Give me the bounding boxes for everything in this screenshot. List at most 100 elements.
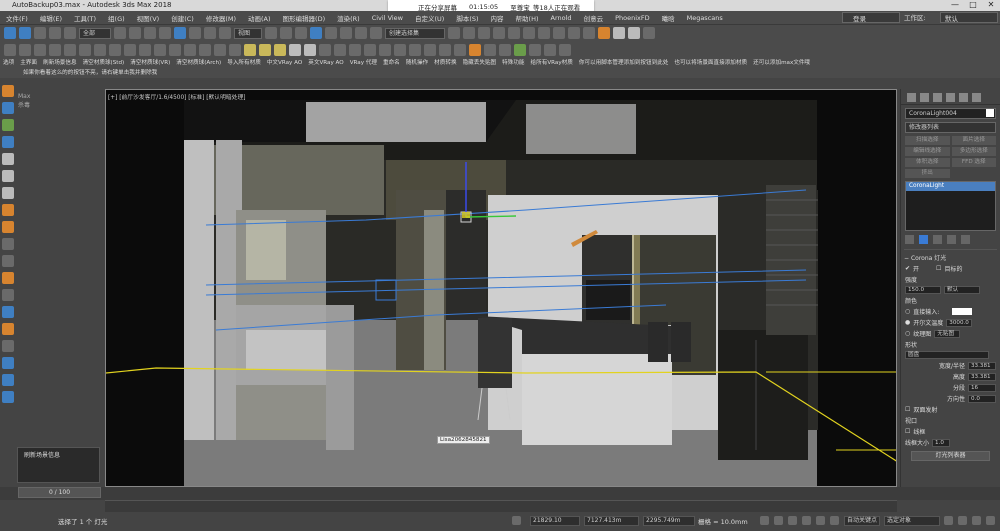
script-btn-mat-convert[interactable]: 材质转换 (431, 58, 459, 68)
remove-modifier-icon[interactable] (947, 235, 956, 244)
corona-render-icon[interactable] (628, 27, 640, 39)
place-icon[interactable] (219, 27, 231, 39)
object-color-swatch[interactable] (986, 109, 994, 117)
script-btn-options[interactable]: 选项 (0, 58, 17, 68)
add-time-tag-icon[interactable] (760, 516, 769, 525)
lock-icon[interactable] (512, 516, 521, 525)
close-button[interactable]: ✕ (982, 0, 1000, 11)
tool9-icon[interactable] (2, 391, 14, 403)
menu-phoenixfd[interactable]: PhoenixFD (609, 14, 656, 22)
menu-create[interactable]: 创建(C) (165, 13, 200, 23)
asset-icon[interactable] (454, 43, 466, 56)
decal-icon[interactable] (229, 43, 241, 56)
menu-modifiers[interactable]: 修改器(M) (200, 13, 242, 23)
object-name-field[interactable]: CoronaLight004 (905, 108, 996, 119)
camera-icon[interactable] (19, 43, 31, 56)
viewport-front[interactable]: [+] [前厅沙发客厅/1.6/4500] [标准] [默认明暗处理] (105, 89, 897, 487)
link-icon[interactable] (34, 27, 46, 39)
play-icon[interactable] (2, 153, 14, 165)
proxy-icon[interactable] (64, 43, 76, 56)
script-btn-import-mat[interactable]: 导入所有材质 (224, 58, 264, 68)
rect-select-icon[interactable] (144, 27, 156, 39)
script-btn-hide-missing[interactable]: 隐藏丢失贴图 (460, 58, 500, 68)
maxscript-listener[interactable]: 刷新场景信息 (17, 447, 100, 483)
ies-icon[interactable] (289, 43, 301, 56)
menu-creative-cloud[interactable]: 创意云 (578, 13, 610, 23)
script-btn-clear-arch[interactable]: 清空材质球(Arch) (173, 58, 224, 68)
next-frame-icon[interactable] (830, 516, 839, 525)
script-toolbar-note[interactable]: 如果你看着这么的的按钮不亮，请右键单击我并删除我 (0, 68, 1000, 78)
tool7-icon[interactable] (2, 357, 14, 369)
displacement-icon[interactable] (139, 43, 151, 56)
menu-group[interactable]: 组(G) (102, 13, 131, 23)
tool-icon[interactable] (2, 238, 14, 250)
layer-icon[interactable] (478, 27, 490, 39)
sphere-icon[interactable] (109, 43, 121, 56)
menu-help[interactable]: 帮助(H) (510, 13, 545, 23)
tool5-icon[interactable] (2, 323, 14, 335)
angle-snap-icon[interactable] (325, 27, 337, 39)
menu-megascans[interactable]: Megascans (681, 14, 729, 22)
tool3-icon[interactable] (2, 289, 14, 301)
menu-civil-view[interactable]: Civil View (366, 14, 409, 22)
light-icon[interactable] (4, 43, 16, 56)
go-to-end-icon[interactable] (788, 516, 797, 525)
render-icon[interactable] (583, 27, 595, 39)
fire3-icon[interactable] (2, 221, 14, 233)
people-icon[interactable] (439, 43, 451, 56)
key-mode-icon[interactable] (802, 516, 811, 525)
fire2-icon[interactable] (2, 204, 14, 216)
script-btn-clear-vr[interactable]: 清空材质球(VR) (127, 58, 173, 68)
kelvin-radio[interactable]: ● (905, 319, 910, 326)
fur-icon[interactable] (79, 43, 91, 56)
convert-icon[interactable] (199, 43, 211, 56)
color-swatch[interactable] (952, 308, 973, 315)
hierarchy-tab-icon[interactable] (933, 93, 942, 102)
make-unique-icon[interactable] (933, 235, 942, 244)
rollout-title[interactable]: − Corona 灯光 (904, 249, 997, 262)
script-btn-cn-ao[interactable]: 中文VRay AO (264, 58, 305, 68)
menu-arnold[interactable]: Arnold (545, 14, 578, 22)
grid2-icon[interactable] (529, 43, 541, 56)
tree-icon[interactable] (484, 43, 496, 56)
move-icon[interactable] (174, 27, 186, 39)
tool4-icon[interactable] (2, 306, 14, 318)
sun-icon[interactable] (34, 43, 46, 56)
env-icon[interactable] (319, 43, 331, 56)
auto-key-button[interactable]: 自动关键点 (844, 516, 880, 526)
scale-icon[interactable] (204, 27, 216, 39)
fog-icon[interactable] (334, 43, 346, 56)
x-coordinate-field[interactable]: 21829.10 (530, 516, 580, 526)
grid-icon[interactable] (364, 43, 376, 56)
intensity-unit-dropdown[interactable]: 默认 (944, 286, 980, 294)
plane-icon[interactable] (94, 43, 106, 56)
menu-file[interactable]: 文件(F) (0, 13, 34, 23)
minimize-button[interactable]: — (946, 0, 964, 11)
align-icon[interactable] (463, 27, 475, 39)
play-animation-icon[interactable] (774, 516, 783, 525)
fire-icon[interactable] (2, 85, 14, 97)
mod-btn-patch-select[interactable]: 面片选择 (951, 136, 996, 145)
script-btn-clear-std[interactable]: 清空材质球(Std) (80, 58, 128, 68)
material-icon[interactable] (184, 43, 196, 56)
dome-icon[interactable] (49, 43, 61, 56)
fire4-icon[interactable] (2, 272, 14, 284)
twosided-checkbox[interactable]: ☐ (905, 406, 910, 413)
set-key-filter-dropdown[interactable]: 选定对象 (884, 516, 940, 526)
sky-icon[interactable] (304, 43, 316, 56)
select-icon[interactable] (114, 27, 126, 39)
terrain-icon[interactable] (499, 43, 511, 56)
max-antivirus[interactable]: Max 杀毒 (18, 93, 40, 109)
script-btn-rename[interactable]: 重命名 (380, 58, 403, 68)
directionality-field[interactable]: 0.0 (968, 394, 996, 403)
stop-icon[interactable] (2, 187, 14, 199)
menu-animation[interactable]: 动画(A) (242, 13, 277, 23)
window-crossing-icon[interactable] (159, 27, 171, 39)
mesh-icon[interactable] (124, 43, 136, 56)
pan-icon[interactable] (972, 516, 981, 525)
circle-icon[interactable] (2, 119, 14, 131)
select-by-name-icon[interactable] (129, 27, 141, 39)
mod-btn-vol-select[interactable]: 体积选择 (905, 158, 950, 167)
tool6-icon[interactable] (2, 340, 14, 352)
modify-tab-icon[interactable] (920, 93, 929, 102)
